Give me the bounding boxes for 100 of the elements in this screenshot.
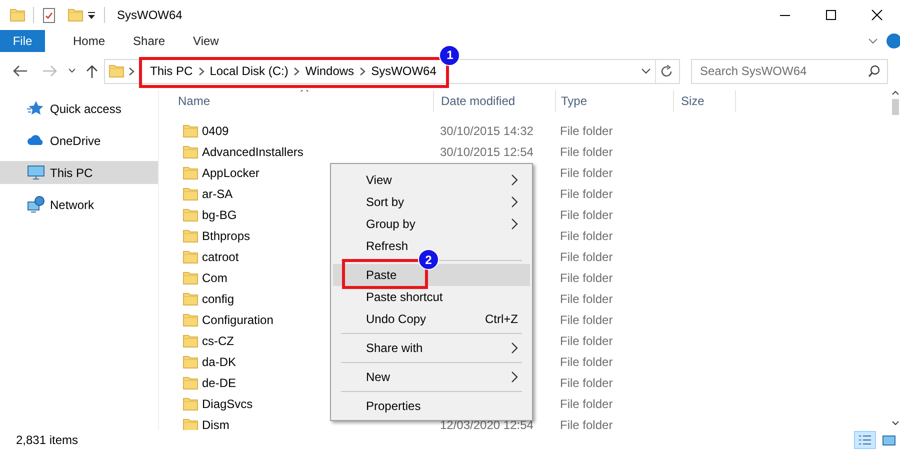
file-type: File folder — [560, 124, 613, 138]
file-name[interactable]: Bthprops — [202, 228, 250, 242]
sidebar-item[interactable]: OneDrive — [0, 129, 158, 152]
file-name[interactable]: Dism — [202, 418, 230, 430]
folder-icon — [109, 64, 124, 78]
file-type: File folder — [560, 354, 613, 368]
search-field[interactable]: Search SysWOW64 — [691, 58, 888, 84]
shortcut-label: Ctrl+Z — [485, 312, 518, 326]
breadcrumb[interactable]: This PC — [145, 64, 198, 78]
file-name[interactable]: DiagSvcs — [202, 396, 253, 410]
column-header[interactable]: Type — [555, 90, 673, 112]
folder-icon — [183, 250, 198, 264]
folder-icon — [183, 124, 198, 138]
file-type: File folder — [560, 312, 613, 326]
file-type: File folder — [560, 418, 613, 430]
file-menu-button[interactable]: File — [0, 30, 45, 52]
computer-icon — [27, 164, 45, 181]
column-header[interactable]: Date modified — [433, 90, 555, 112]
sidebar-item[interactable]: Quick access — [0, 97, 158, 120]
menu-item-label: Paste — [366, 268, 398, 282]
menu-item[interactable]: Share with — [333, 337, 530, 359]
file-type: File folder — [560, 396, 613, 410]
folder-icon — [183, 208, 198, 222]
breadcrumb[interactable]: Windows — [300, 64, 360, 78]
file-name[interactable]: de-DE — [202, 376, 236, 390]
file-name[interactable]: catroot — [202, 250, 239, 264]
folder-icon — [183, 376, 198, 390]
breadcrumb[interactable]: Local Disk (C:) — [204, 64, 294, 78]
scroll-down-icon[interactable] — [892, 421, 898, 426]
folder-icon — [183, 312, 198, 326]
menu-item-label: Sort by — [366, 195, 406, 209]
file-name[interactable]: ar-SA — [202, 186, 233, 200]
file-type: File folder — [560, 186, 613, 200]
menu-item[interactable]: Sort by — [333, 191, 530, 213]
file-name[interactable]: cs-CZ — [202, 334, 234, 348]
expand-ribbon-icon[interactable] — [868, 38, 878, 44]
menu-item[interactable]: Properties — [333, 395, 530, 417]
folder-icon — [183, 292, 198, 306]
file-type: File folder — [560, 228, 613, 242]
address-bar[interactable]: This PC Local Disk (C:) Windows SysWOW64 — [104, 58, 680, 84]
back-icon[interactable] — [12, 64, 28, 78]
scrollbar-thumb[interactable] — [892, 99, 898, 115]
close-icon — [871, 9, 883, 21]
menu-item-label: Share with — [366, 341, 424, 355]
search-icon — [868, 64, 880, 76]
folder-icon — [183, 166, 198, 180]
breadcrumb-chevron-icon — [128, 66, 135, 76]
menu-item[interactable]: Paste — [333, 264, 530, 286]
network-computer-icon — [27, 196, 45, 213]
file-name[interactable]: Com — [202, 270, 228, 284]
file-type: File folder — [560, 250, 613, 264]
checklist-icon — [42, 8, 56, 22]
file-name[interactable]: bg-BG — [202, 208, 237, 222]
menu-item[interactable]: Undo Copy Ctrl+Z — [333, 308, 530, 330]
ribbon-tab[interactable]: View — [179, 30, 233, 52]
column-header[interactable]: Name — [178, 90, 433, 112]
folder-icon — [68, 8, 83, 22]
ribbon-tab[interactable]: Share — [119, 30, 180, 52]
date-modified: 30/10/2015 14:32 — [440, 124, 534, 138]
folder-icon — [183, 396, 198, 410]
details-view-button[interactable] — [854, 431, 876, 449]
ribbon-tab[interactable]: Home — [59, 30, 120, 52]
menu-item[interactable]: Paste shortcut — [333, 286, 530, 308]
file-type: File folder — [560, 292, 613, 306]
menu-item-label: Undo Copy — [366, 312, 428, 326]
file-name[interactable]: 0409 — [202, 124, 229, 138]
file-type: File folder — [560, 208, 613, 222]
file-type: File folder — [560, 144, 613, 158]
file-type: File folder — [560, 376, 613, 390]
menu-item-label: Properties — [366, 399, 422, 413]
tiles-view-icon — [882, 434, 896, 446]
step-badge: 2 — [418, 249, 439, 270]
file-name[interactable]: da-DK — [202, 354, 236, 368]
customize-caret-icon[interactable] — [87, 10, 96, 20]
folder-icon — [183, 334, 198, 348]
breadcrumb-chevron-icon — [198, 66, 205, 76]
file-name[interactable]: config — [202, 292, 234, 306]
refresh-icon[interactable] — [660, 64, 673, 78]
folder-icon — [10, 8, 25, 22]
menu-item[interactable]: View — [333, 169, 530, 191]
menu-item[interactable]: New — [333, 366, 530, 388]
step-badge: 1 — [439, 44, 460, 66]
file-type: File folder — [560, 334, 613, 348]
sidebar-item[interactable]: Network — [0, 193, 158, 216]
file-name[interactable]: AppLocker — [202, 166, 260, 180]
scroll-up-icon[interactable] — [892, 90, 898, 95]
recent-locations-icon[interactable] — [68, 68, 76, 74]
menu-item[interactable]: Group by — [333, 213, 530, 235]
address-history-icon[interactable] — [641, 68, 651, 74]
date-modified: 12/03/2020 12:54 — [440, 418, 534, 430]
breadcrumb[interactable]: SysWOW64 — [366, 64, 442, 78]
folder-icon — [183, 186, 198, 200]
menu-item-label: View — [366, 173, 393, 187]
folder-icon — [183, 144, 198, 158]
up-icon[interactable] — [86, 64, 98, 78]
column-header[interactable]: Size — [673, 90, 735, 112]
file-name[interactable]: AdvancedInstallers — [202, 144, 304, 158]
sidebar-item[interactable]: This PC — [0, 161, 158, 184]
file-name[interactable]: Configuration — [202, 312, 274, 326]
menu-item-label: Refresh — [366, 239, 410, 253]
